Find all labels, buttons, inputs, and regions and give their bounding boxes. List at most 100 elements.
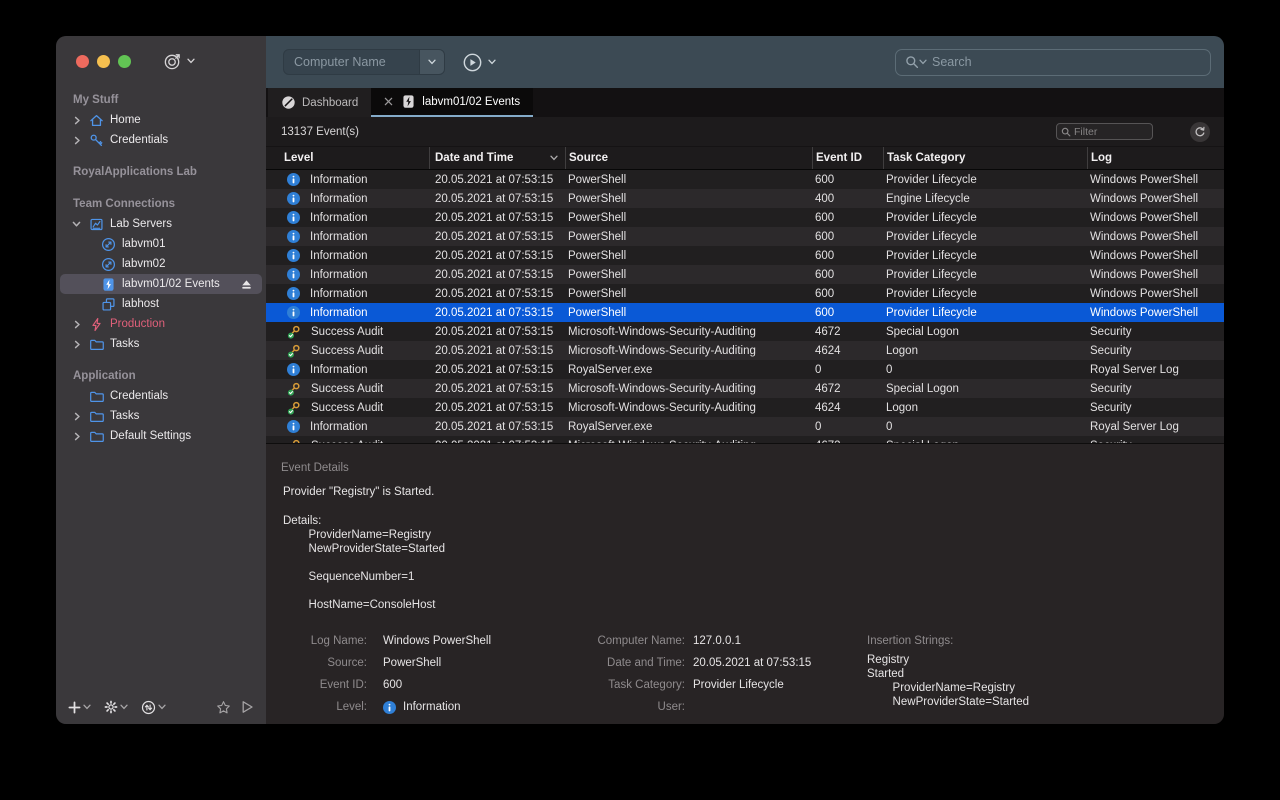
chevron-right-icon[interactable]	[69, 116, 84, 125]
details-field-text: 600	[383, 679, 402, 691]
column-header-event-id[interactable]: Event ID	[812, 147, 883, 169]
sidebar: My StuffHomeCredentialsRoyalApplications…	[56, 36, 266, 724]
sidebar-item-tasks[interactable]: Tasks	[56, 406, 266, 426]
table-row[interactable]: Information20.05.2021 at 07:53:15PowerSh…	[266, 284, 1224, 303]
date-cell: 20.05.2021 at 07:53:15	[429, 288, 565, 300]
level-label: Information	[310, 193, 368, 205]
tab-dashboard[interactable]: Dashboard	[268, 88, 371, 117]
sidebar-item-tasks[interactable]: Tasks	[56, 334, 266, 354]
details-field-task-category: Task Category:Provider Lifecycle	[520, 674, 811, 696]
eject-icon[interactable]	[240, 278, 253, 291]
log-cell: Windows PowerShell	[1087, 231, 1224, 243]
sidebar-item-label: Default Settings	[110, 430, 191, 442]
chevron-right-icon[interactable]	[69, 412, 84, 421]
column-header-log[interactable]: Log	[1087, 147, 1224, 169]
chevron-right-icon[interactable]	[69, 320, 84, 329]
sidebar-item-labvm01[interactable]: labvm01	[56, 234, 266, 254]
source-cell: PowerShell	[565, 250, 812, 262]
actions-button[interactable]	[141, 700, 166, 715]
sidebar-item-home[interactable]: Home	[56, 110, 266, 130]
connect-split-button[interactable]	[463, 53, 496, 72]
chevron-right-icon[interactable]	[69, 340, 84, 349]
column-header-source[interactable]: Source	[565, 147, 812, 169]
level-cell: Information	[266, 249, 429, 262]
table-row[interactable]: Success Audit20.05.2021 at 07:53:15Micro…	[266, 436, 1224, 443]
details-field-source: Source:PowerShell	[281, 652, 491, 674]
level-label: Information	[310, 231, 368, 243]
chevron-right-icon[interactable]	[69, 432, 84, 441]
sidebar-item-production[interactable]: Production	[56, 314, 266, 334]
close-icon[interactable]	[384, 97, 393, 106]
window-titlebar	[56, 36, 266, 86]
sidebar-item-default-settings[interactable]: Default Settings	[56, 426, 266, 446]
log-cell: Security	[1087, 383, 1224, 395]
event-id-cell: 600	[812, 307, 883, 319]
level-cell: Success Audit	[266, 382, 429, 396]
column-header-task-category[interactable]: Task Category	[883, 147, 1087, 169]
sidebar-item-labvm01-02-events[interactable]: labvm01/02 Events	[60, 274, 262, 294]
log-cell: Royal Server Log	[1087, 364, 1224, 376]
table-row[interactable]: Success Audit20.05.2021 at 07:53:15Micro…	[266, 341, 1224, 360]
table-row[interactable]: Information20.05.2021 at 07:53:15PowerSh…	[266, 303, 1224, 322]
session-icon	[100, 236, 116, 252]
add-connection-button[interactable]	[68, 701, 91, 714]
date-cell: 20.05.2021 at 07:53:15	[429, 383, 565, 395]
column-header-level[interactable]: Level	[266, 147, 429, 169]
chevron-right-icon[interactable]	[69, 136, 84, 145]
computer-name-combobox[interactable]: Computer Name	[283, 49, 445, 75]
level-cell: Information	[266, 192, 429, 205]
filter-field[interactable]	[1056, 123, 1153, 140]
date-cell: 20.05.2021 at 07:53:15	[429, 269, 565, 281]
folder-icon	[88, 408, 104, 424]
minimize-window-button[interactable]	[97, 55, 110, 68]
table-row[interactable]: Information20.05.2021 at 07:53:15PowerSh…	[266, 208, 1224, 227]
chevron-down-icon[interactable]	[69, 220, 84, 228]
chevron-down-icon[interactable]	[419, 50, 444, 74]
source-cell: PowerShell	[565, 193, 812, 205]
tab-labvm01-02-events[interactable]: labvm01/02 Events	[371, 88, 533, 117]
sidebar-footer	[56, 694, 266, 720]
sidebar-item-lab-servers[interactable]: Lab Servers	[56, 214, 266, 234]
settings-button[interactable]	[104, 700, 128, 714]
filter-input[interactable]	[1074, 126, 1148, 138]
table-row[interactable]: Information20.05.2021 at 07:53:15PowerSh…	[266, 265, 1224, 284]
zoom-window-button[interactable]	[118, 55, 131, 68]
bolt-icon	[88, 316, 104, 332]
log-cell: Windows PowerShell	[1087, 174, 1224, 186]
task-category-cell: Logon	[883, 402, 1087, 414]
favorites-button[interactable]	[216, 700, 231, 715]
table-row[interactable]: Information20.05.2021 at 07:53:15PowerSh…	[266, 246, 1224, 265]
sidebar-item-credentials[interactable]: Credentials	[56, 130, 266, 150]
task-category-cell: Logon	[883, 345, 1087, 357]
details-title: Event Details	[281, 462, 349, 474]
table-row[interactable]: Success Audit20.05.2021 at 07:53:15Micro…	[266, 379, 1224, 398]
search-field[interactable]	[895, 49, 1211, 76]
table-row[interactable]: Information20.05.2021 at 07:53:15RoyalSe…	[266, 417, 1224, 436]
table-row[interactable]: Success Audit20.05.2021 at 07:53:15Micro…	[266, 398, 1224, 417]
info-icon	[287, 363, 300, 376]
table-row[interactable]: Success Audit20.05.2021 at 07:53:15Micro…	[266, 322, 1224, 341]
section-title-my-stuff: My Stuff	[56, 90, 266, 110]
sidebar-item-credentials[interactable]: Credentials	[56, 386, 266, 406]
info-icon	[287, 192, 300, 205]
refresh-button[interactable]	[1190, 122, 1210, 142]
table-row[interactable]: Information20.05.2021 at 07:53:15RoyalSe…	[266, 360, 1224, 379]
level-label: Success Audit	[311, 402, 383, 414]
column-header-date-and-time[interactable]: Date and Time	[429, 147, 565, 169]
table-row[interactable]: Information20.05.2021 at 07:53:15PowerSh…	[266, 227, 1224, 246]
connect-button[interactable]	[241, 700, 254, 714]
close-window-button[interactable]	[76, 55, 89, 68]
column-header-label: Date and Time	[435, 152, 513, 164]
details-field-label: Log Name:	[281, 635, 367, 647]
info-icon	[287, 306, 300, 319]
table-row[interactable]: Information20.05.2021 at 07:53:15PowerSh…	[266, 170, 1224, 189]
app-action-menu[interactable]	[163, 52, 195, 71]
level-label: Information	[310, 288, 368, 300]
sidebar-item-labvm02[interactable]: labvm02	[56, 254, 266, 274]
event-details-text: Details: ProviderName=Registry NewProvid…	[283, 514, 445, 612]
sidebar-item-labhost[interactable]: labhost	[56, 294, 266, 314]
column-header-label: Task Category	[887, 152, 965, 164]
log-cell: Windows PowerShell	[1087, 212, 1224, 224]
table-row[interactable]: Information20.05.2021 at 07:53:15PowerSh…	[266, 189, 1224, 208]
search-input[interactable]	[932, 55, 1201, 69]
